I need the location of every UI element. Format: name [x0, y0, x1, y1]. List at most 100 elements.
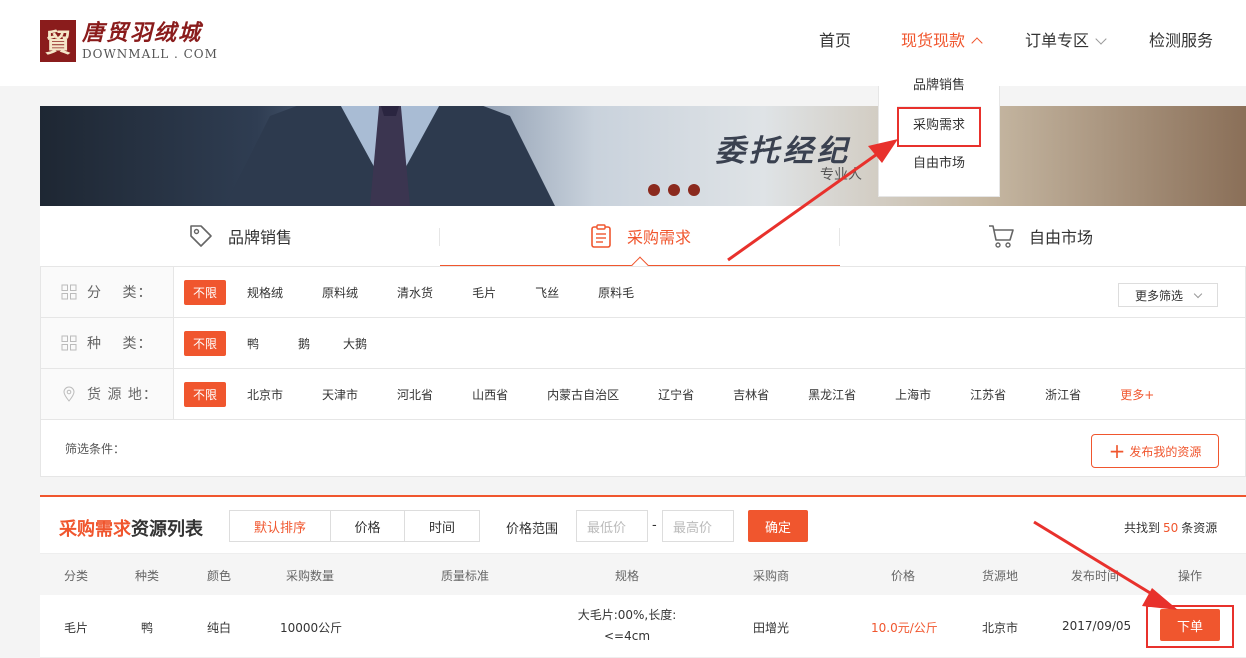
- nav-testing-service-label: 检测服务: [1149, 31, 1214, 50]
- cell-price: 10.0元/公斤: [871, 621, 938, 635]
- dropdown-item-free-market[interactable]: 自由市场: [879, 154, 999, 174]
- nav-spot-goods[interactable]: 现货现款: [878, 0, 1000, 86]
- dropdown-item-brand-sales[interactable]: 品牌销售: [879, 76, 999, 96]
- filter-option[interactable]: 天津市: [322, 386, 358, 403]
- publish-resource-label: 发布我的资源: [1129, 444, 1202, 459]
- list-title-rest: 资源列表: [131, 519, 203, 540]
- filter-option[interactable]: 河北省: [397, 386, 433, 403]
- sort-default[interactable]: 默认排序: [230, 511, 331, 541]
- filter-row-species: 种 类： 不限 鸭 鹅 大鹅: [41, 318, 1245, 369]
- filter-option[interactable]: 飞丝: [535, 284, 559, 301]
- column-header: 采购数量: [286, 569, 335, 583]
- logo-text: 唐贸羽绒城 DOWNMALL . COM: [82, 20, 218, 62]
- filter-label: 分 类：: [41, 267, 174, 317]
- chevron-down-icon: [1193, 289, 1203, 298]
- max-price-input[interactable]: 最高价: [662, 510, 734, 542]
- filter-option[interactable]: 山西省: [472, 386, 508, 403]
- list-title: 采购需求资源列表: [59, 515, 203, 541]
- column-header: 操作: [1178, 569, 1203, 583]
- header: 貿 唐贸羽绒城 DOWNMALL . COM 首页 现货现款 订单专区 检测服务: [0, 0, 1246, 86]
- more-filter-dropdown[interactable]: 更多筛选: [1118, 283, 1218, 307]
- column-header: 质量标准: [441, 569, 490, 583]
- filter-option[interactable]: 鸭: [247, 335, 259, 352]
- filter-option[interactable]: 内蒙古自治区: [547, 386, 619, 403]
- logo-chinese-name: 唐贸羽绒城: [82, 20, 203, 46]
- nav-home[interactable]: 首页: [819, 30, 851, 52]
- filter-label: 货 源 地：: [41, 369, 174, 419]
- cell-color: 纯白: [207, 621, 232, 635]
- carousel-dot[interactable]: [688, 184, 700, 196]
- cell-origin: 北京市: [982, 621, 1019, 635]
- tab-brand-sales[interactable]: 品牌销售: [40, 206, 440, 266]
- filter-option[interactable]: 原料毛: [598, 284, 634, 301]
- result-count-number: 50: [1163, 521, 1179, 535]
- filter-option[interactable]: 北京市: [247, 386, 283, 403]
- filter-option[interactable]: 规格绒: [247, 284, 283, 301]
- filter-option[interactable]: 毛片: [472, 284, 496, 301]
- filter-more-link[interactable]: 更多+: [1120, 386, 1154, 403]
- publish-resource-button[interactable]: + 发布我的资源: [1091, 434, 1219, 468]
- grid-icon: [61, 284, 77, 300]
- filter-option[interactable]: 浙江省: [1045, 386, 1081, 403]
- nav-order-zone-label: 订单专区: [1025, 31, 1090, 50]
- cell-species: 鸭: [141, 621, 154, 635]
- table-row: 毛片 鸭 纯白 10000公斤 大毛片:00%,长度:<=4cm 田增光 10.…: [40, 595, 1246, 658]
- nav-home-label: 首页: [819, 31, 852, 50]
- carousel-dot[interactable]: [668, 184, 680, 196]
- filter-option[interactable]: 不限: [184, 381, 227, 407]
- suit-image: [225, 106, 555, 206]
- location-pin-icon: [63, 386, 75, 402]
- nav-order-zone[interactable]: 订单专区: [1025, 30, 1107, 52]
- filter-option[interactable]: 不限: [184, 279, 227, 305]
- nav-testing-service[interactable]: 检测服务: [1149, 30, 1213, 52]
- tab-free-market-label: 自由市场: [1028, 228, 1093, 247]
- resource-list: 采购需求资源列表 默认排序 价格 时间 价格范围 最低价 - 最高价 确定 共找…: [40, 495, 1246, 658]
- list-title-highlight: 采购需求: [59, 519, 131, 540]
- min-price-input[interactable]: 最低价: [576, 510, 648, 542]
- filter-option[interactable]: 辽宁省: [658, 386, 694, 403]
- promo-banner[interactable]: 委托经纪 专业人: [40, 106, 1246, 206]
- market-tabs: 品牌销售 采购需求 自由市场: [40, 206, 1246, 274]
- column-header: 分类: [64, 569, 89, 583]
- cell-buyer: 田增光: [753, 621, 790, 635]
- carousel-dot[interactable]: [648, 184, 660, 196]
- sort-time[interactable]: 时间: [405, 511, 479, 541]
- more-filter-label: 更多筛选: [1135, 288, 1184, 303]
- tab-purchase-demand-label: 采购需求: [626, 227, 691, 247]
- logo-domain: DOWNMALL . COM: [82, 47, 218, 61]
- column-header: 颜色: [207, 569, 232, 583]
- result-count: 共找到 50 条资源: [1124, 519, 1217, 536]
- cell-spec: 大毛片:00%,长度:<=4cm: [577, 608, 677, 643]
- highlight-box: [1146, 605, 1234, 648]
- filter-option[interactable]: 清水货: [397, 284, 433, 301]
- filter-option[interactable]: 吉林省: [733, 386, 769, 403]
- origin-options: 不限 北京市 天津市 河北省 山西省 内蒙古自治区 辽宁省 吉林省 黑龙江省 上…: [184, 369, 1154, 419]
- chevron-down-icon: [1095, 32, 1107, 45]
- filter-label-text: 货 源 地：: [87, 387, 158, 403]
- filter-option[interactable]: 江苏省: [970, 386, 1006, 403]
- chevron-up-icon: [971, 36, 983, 49]
- filter-option[interactable]: 不限: [184, 330, 227, 356]
- tab-free-market[interactable]: 自由市场: [840, 206, 1240, 266]
- filter-panel: 分 类： 不限 规格绒 原料绒 清水货 毛片 飞丝 原料毛 更多筛选 种 类： …: [40, 266, 1246, 477]
- sort-price[interactable]: 价格: [331, 511, 405, 541]
- filter-option[interactable]: 原料绒: [322, 284, 358, 301]
- cell-category: 毛片: [64, 621, 89, 635]
- filter-option[interactable]: 上海市: [895, 386, 931, 403]
- banner-subtext: 专业人: [820, 167, 862, 183]
- filter-option[interactable]: 黑龙江省: [808, 386, 856, 403]
- filter-label: 种 类：: [41, 318, 174, 368]
- result-count-prefix: 共找到: [1124, 521, 1161, 535]
- site-logo[interactable]: 貿 唐贸羽绒城 DOWNMALL . COM: [40, 20, 218, 64]
- price-range-label: 价格范围: [506, 522, 559, 537]
- table-header: 分类 种类 颜色 采购数量 质量标准 规格 采购商 价格 货源地 发布时间 操作: [40, 553, 1246, 595]
- filter-option[interactable]: 鹅: [298, 335, 310, 352]
- tag-icon: [190, 225, 212, 247]
- filter-row-origin: 货 源 地： 不限 北京市 天津市 河北省 山西省 内蒙古自治区 辽宁省 吉林省…: [41, 369, 1245, 420]
- filter-option[interactable]: 大鹅: [343, 335, 367, 352]
- nav-spot-goods-label: 现货现款: [901, 31, 966, 50]
- highlight-box: [897, 107, 981, 147]
- column-header: 价格: [891, 569, 916, 583]
- range-dash: -: [652, 518, 657, 533]
- confirm-button[interactable]: 确定: [748, 510, 808, 542]
